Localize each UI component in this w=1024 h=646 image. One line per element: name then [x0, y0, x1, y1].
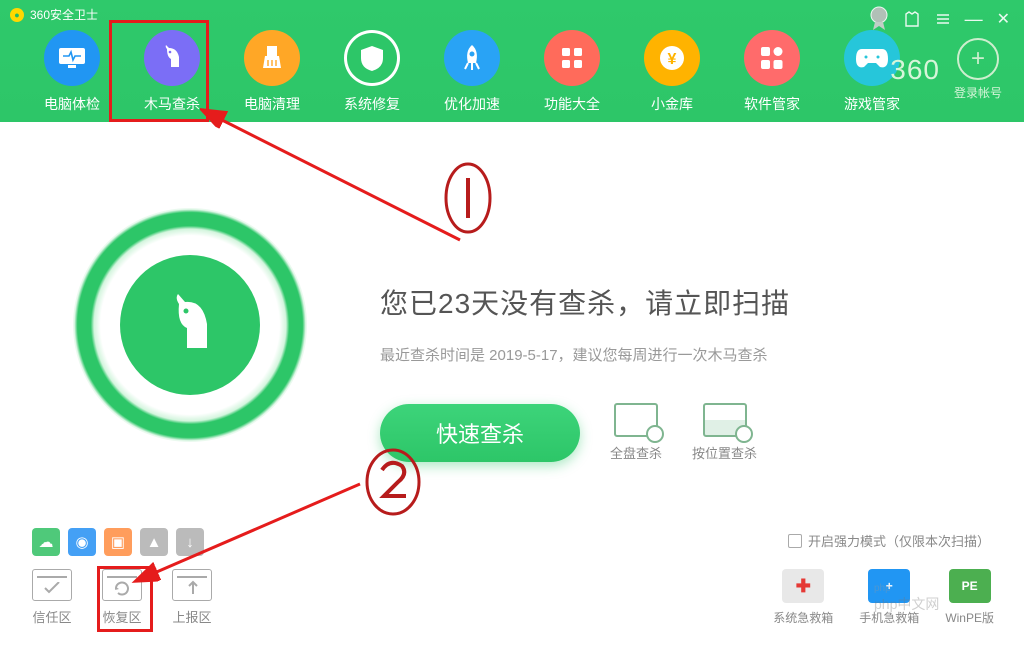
nav-label: 电脑清理	[244, 94, 300, 114]
location-scan-icon	[703, 403, 747, 437]
monitor-icon	[44, 30, 100, 86]
nav-all-features[interactable]: 功能大全	[522, 30, 622, 114]
window-controls: — ✕	[869, 6, 1010, 32]
rocket-icon	[444, 30, 500, 86]
report-icon	[172, 569, 212, 601]
main-content: 您已23天没有查杀，请立即扫描 最近查杀时间是 2019-5-17，建议您每周进…	[0, 122, 1024, 462]
scan-ring	[73, 208, 307, 442]
nav-trojan-scan[interactable]: 木马查杀	[122, 30, 222, 114]
nav-health-check[interactable]: 电脑体检	[22, 30, 122, 114]
trust-label: 信任区	[32, 607, 71, 626]
svg-text:php中文网: php中文网	[874, 596, 939, 612]
nav-label: 软件管家	[744, 94, 800, 114]
shield-icon	[344, 30, 400, 86]
scan-shield	[0, 172, 380, 462]
login-button[interactable]: + 登录帐号	[954, 38, 1002, 101]
minimize-icon[interactable]: —	[965, 9, 983, 30]
location-scan-label: 按位置查杀	[692, 443, 757, 462]
login-label: 登录帐号	[954, 84, 1002, 101]
nav-vault[interactable]: ¥ 小金库	[622, 30, 722, 114]
trust-icon	[32, 569, 72, 601]
nav-label: 电脑体检	[44, 94, 100, 114]
system-rescue-button[interactable]: ✚ 系统急救箱	[773, 569, 833, 626]
scan-headline: 您已23天没有查杀，请立即扫描	[380, 282, 1024, 322]
shirt-icon[interactable]	[903, 10, 921, 28]
close-icon[interactable]: ✕	[997, 9, 1010, 29]
status-icons: ☁ ◉ ▣ ▲ ↓	[32, 528, 204, 556]
report-zone-button[interactable]: 上报区	[172, 569, 212, 626]
scan-status-icon[interactable]: ▣	[104, 528, 132, 556]
quick-scan-button[interactable]: 快速查杀	[380, 404, 580, 462]
brush-icon	[244, 30, 300, 86]
rescue-kit-icon: ✚	[782, 569, 824, 603]
scan-info: 您已23天没有查杀，请立即扫描 最近查杀时间是 2019-5-17，建议您每周进…	[380, 172, 1024, 462]
cloud-status-icon[interactable]: ☁	[32, 528, 60, 556]
trust-zone-button[interactable]: 信任区	[32, 569, 72, 626]
download-status-icon[interactable]: ↓	[176, 528, 204, 556]
svg-text:php: php	[874, 583, 891, 594]
restore-label: 恢复区	[102, 607, 141, 626]
grid-icon	[544, 30, 600, 86]
nav-cleanup[interactable]: 电脑清理	[222, 30, 322, 114]
image-status-icon[interactable]: ▲	[140, 528, 168, 556]
strong-mode-label: 开启强力模式（仅限本次扫描）	[808, 531, 990, 550]
nav-label: 功能大全	[544, 94, 600, 114]
nav: 电脑体检 木马查杀 电脑清理 系统修复 优化加速 功能大全 ¥ 小金库 软件管家	[0, 0, 922, 114]
location-scan-button[interactable]: 按位置查杀	[692, 403, 757, 462]
nav-label: 系统修复	[344, 94, 400, 114]
header: ● 360安全卫士 — ✕ 电脑体检 木马查杀 电脑清理 系统修复 优化加速	[0, 0, 1024, 122]
app-title: 360安全卫士	[30, 6, 98, 23]
restore-icon	[102, 569, 142, 601]
checkbox-icon	[788, 534, 802, 548]
full-scan-button[interactable]: 全盘查杀	[610, 403, 662, 462]
plus-icon: +	[957, 38, 999, 80]
medal-icon[interactable]	[869, 6, 889, 32]
nav-label: 优化加速	[444, 94, 500, 114]
menu-icon[interactable]	[935, 11, 951, 27]
watermark: php php中文网	[868, 575, 978, 620]
sync-status-icon[interactable]: ◉	[68, 528, 96, 556]
svg-text:¥: ¥	[668, 51, 677, 68]
footer-tools: 信任区 恢复区 上报区	[32, 569, 212, 626]
strong-mode-toggle[interactable]: 开启强力模式（仅限本次扫描）	[788, 531, 990, 550]
scan-subline: 最近查杀时间是 2019-5-17，建议您每周进行一次木马查杀	[380, 344, 1024, 365]
logo-360: 360	[890, 54, 940, 86]
horse-emblem-icon	[120, 255, 260, 395]
coin-icon: ¥	[644, 30, 700, 86]
full-scan-icon	[614, 403, 658, 437]
full-scan-label: 全盘查杀	[610, 443, 662, 462]
apps-icon	[744, 30, 800, 86]
nav-label: 木马查杀	[144, 94, 200, 114]
nav-software[interactable]: 软件管家	[722, 30, 822, 114]
restore-zone-button[interactable]: 恢复区	[102, 569, 142, 626]
kit-label: 系统急救箱	[773, 609, 833, 626]
nav-speedup[interactable]: 优化加速	[422, 30, 522, 114]
app-icon: ●	[10, 8, 24, 22]
horse-icon	[144, 30, 200, 86]
scan-actions: 快速查杀 全盘查杀 按位置查杀	[380, 403, 1024, 462]
nav-label: 小金库	[651, 94, 693, 114]
titlebar: ● 360安全卫士	[10, 6, 98, 23]
nav-repair[interactable]: 系统修复	[322, 30, 422, 114]
report-label: 上报区	[172, 607, 211, 626]
login-area: 360 + 登录帐号	[890, 38, 1002, 101]
